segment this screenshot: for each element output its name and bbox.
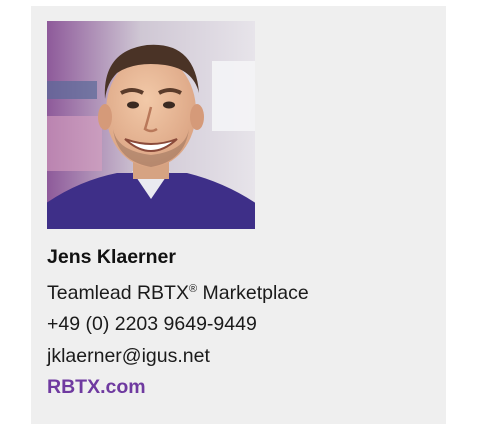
registered-mark: ®	[188, 282, 198, 295]
contact-card: Jens Klaerner Teamlead RBTX® Marketplace…	[31, 6, 446, 424]
title-suffix: Marketplace	[197, 281, 309, 304]
title-text: Teamlead RBTX	[47, 281, 189, 304]
contact-title: Teamlead RBTX® Marketplace	[47, 274, 437, 310]
contact-email: jklaerner@igus.net	[47, 344, 210, 367]
contact-name: Jens Klaerner	[47, 246, 176, 268]
website-link[interactable]: RBTX.com	[47, 372, 146, 404]
portrait-photo	[47, 21, 255, 229]
contact-phone: +49 (0) 2203 9649-9449	[47, 313, 257, 335]
contact-info: Jens Klaerner Teamlead RBTX® Marketplace…	[47, 242, 437, 404]
